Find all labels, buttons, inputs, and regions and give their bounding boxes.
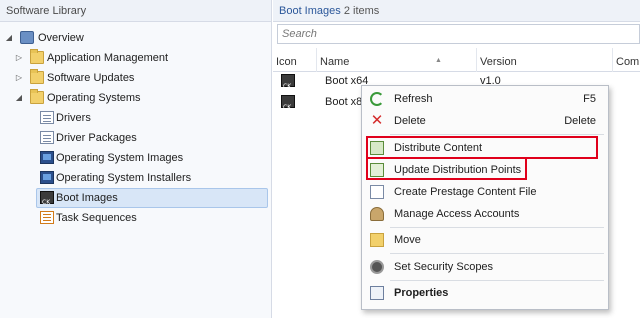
- menu-item-manage-access-accounts[interactable]: Manage Access Accounts: [364, 203, 606, 225]
- properties-icon: [370, 286, 384, 300]
- overview-icon: [20, 31, 34, 44]
- tree-item-task-sequences[interactable]: Task Sequences: [0, 208, 271, 228]
- menu-separator: [390, 227, 604, 228]
- menu-item-delete[interactable]: ✕ Delete Delete: [364, 110, 606, 132]
- tree-item-label: Operating System Installers: [56, 172, 192, 184]
- menu-item-refresh[interactable]: Refresh F5: [364, 88, 606, 110]
- driver-packages-icon: [40, 131, 54, 144]
- menu-item-label: Refresh: [394, 93, 433, 105]
- column-header-name[interactable]: ▲ Name: [317, 48, 477, 72]
- expand-arrow-icon[interactable]: ▷: [14, 68, 24, 88]
- os-installers-icon: [40, 171, 54, 184]
- delete-icon: ✕: [370, 112, 384, 129]
- menu-item-properties[interactable]: Properties: [364, 282, 606, 304]
- menu-item-label: Move: [394, 234, 421, 246]
- menu-item-label: Set Security Scopes: [394, 261, 494, 273]
- navigation-pane: Software Library ◢ Overview ▷ Applicatio…: [0, 0, 272, 318]
- collapse-arrow-icon[interactable]: ◢: [14, 88, 24, 108]
- refresh-icon: [370, 92, 384, 106]
- tree-item-operating-systems[interactable]: ◢ Operating Systems: [0, 88, 271, 108]
- tree-item-label: Application Management: [47, 52, 169, 64]
- row-name: Boot x8: [325, 96, 363, 108]
- search-input[interactable]: Search: [277, 24, 640, 44]
- tree-item-operating-system-images[interactable]: Operating System Images: [0, 148, 271, 168]
- tree-item-boot-images[interactable]: Boot Images: [36, 188, 268, 213]
- tree-item-label: Overview: [38, 32, 84, 44]
- os-images-icon: [40, 151, 54, 164]
- drivers-icon: [40, 111, 54, 124]
- collapse-arrow-icon[interactable]: ◢: [4, 28, 14, 48]
- column-header-icon[interactable]: Icon: [273, 48, 317, 72]
- column-header-comment[interactable]: Comm: [613, 48, 640, 72]
- context-menu: Refresh F5 ✕ Delete Delete Distribute Co…: [361, 85, 609, 310]
- tree-item-overview[interactable]: ◢ Overview: [0, 28, 271, 48]
- menu-item-label: Delete: [394, 115, 426, 127]
- boot-image-icon: [281, 95, 295, 119]
- tree-item-label: Operating Systems: [47, 92, 141, 104]
- column-header-row: Icon ▲ Name Version Comm: [273, 48, 640, 72]
- menu-item-create-prestage-content-file[interactable]: Create Prestage Content File: [364, 181, 606, 203]
- move-icon: [370, 233, 384, 247]
- folder-icon: [30, 69, 44, 84]
- boot-images-icon: [40, 191, 54, 213]
- tree-item-label: Driver Packages: [56, 132, 137, 144]
- tree-item-label: Task Sequences: [56, 212, 137, 224]
- menu-item-label: Properties: [394, 287, 449, 299]
- security-scopes-icon: [370, 260, 384, 274]
- menu-item-set-security-scopes[interactable]: Set Security Scopes: [364, 256, 606, 278]
- menu-separator: [390, 134, 604, 135]
- results-pane-title: Boot Images: [279, 5, 341, 17]
- menu-item-label: Manage Access Accounts: [394, 208, 520, 220]
- item-count: 2 items: [343, 5, 380, 17]
- task-sequences-icon: [40, 211, 54, 224]
- menu-item-shortcut: Delete: [564, 115, 596, 127]
- highlight-box-distribute-content: [366, 136, 598, 159]
- tree-item-operating-system-installers[interactable]: Operating System Installers: [0, 168, 271, 188]
- tree-item-label: Drivers: [56, 112, 91, 124]
- results-pane-header: Boot Images 2 items: [273, 0, 640, 22]
- menu-separator: [390, 253, 604, 254]
- menu-item-move[interactable]: Move: [364, 229, 606, 251]
- tree-item-label: Boot Images: [56, 192, 118, 204]
- column-header-version[interactable]: Version: [477, 48, 613, 72]
- tree-item-drivers[interactable]: Drivers: [0, 108, 271, 128]
- navigation-pane-title: Software Library: [0, 0, 271, 22]
- menu-item-shortcut: F5: [583, 93, 596, 105]
- tree-item-driver-packages[interactable]: Driver Packages: [0, 128, 271, 148]
- folder-icon: [30, 89, 44, 104]
- expand-arrow-icon[interactable]: ▷: [14, 48, 24, 68]
- menu-item-label: Create Prestage Content File: [394, 186, 537, 198]
- boot-image-icon: [281, 74, 295, 98]
- access-accounts-icon: [370, 207, 384, 221]
- highlight-box-update-distribution-points: [366, 157, 527, 180]
- tree-item-software-updates[interactable]: ▷ Software Updates: [0, 68, 271, 88]
- tree-item-label: Software Updates: [47, 72, 135, 84]
- tree-item-application-management[interactable]: ▷ Application Management: [0, 48, 271, 68]
- tree-item-label: Operating System Images: [56, 152, 184, 164]
- column-header-label: Name: [320, 56, 350, 68]
- folder-icon: [30, 49, 44, 64]
- prestage-content-icon: [370, 185, 384, 199]
- menu-separator: [390, 280, 604, 281]
